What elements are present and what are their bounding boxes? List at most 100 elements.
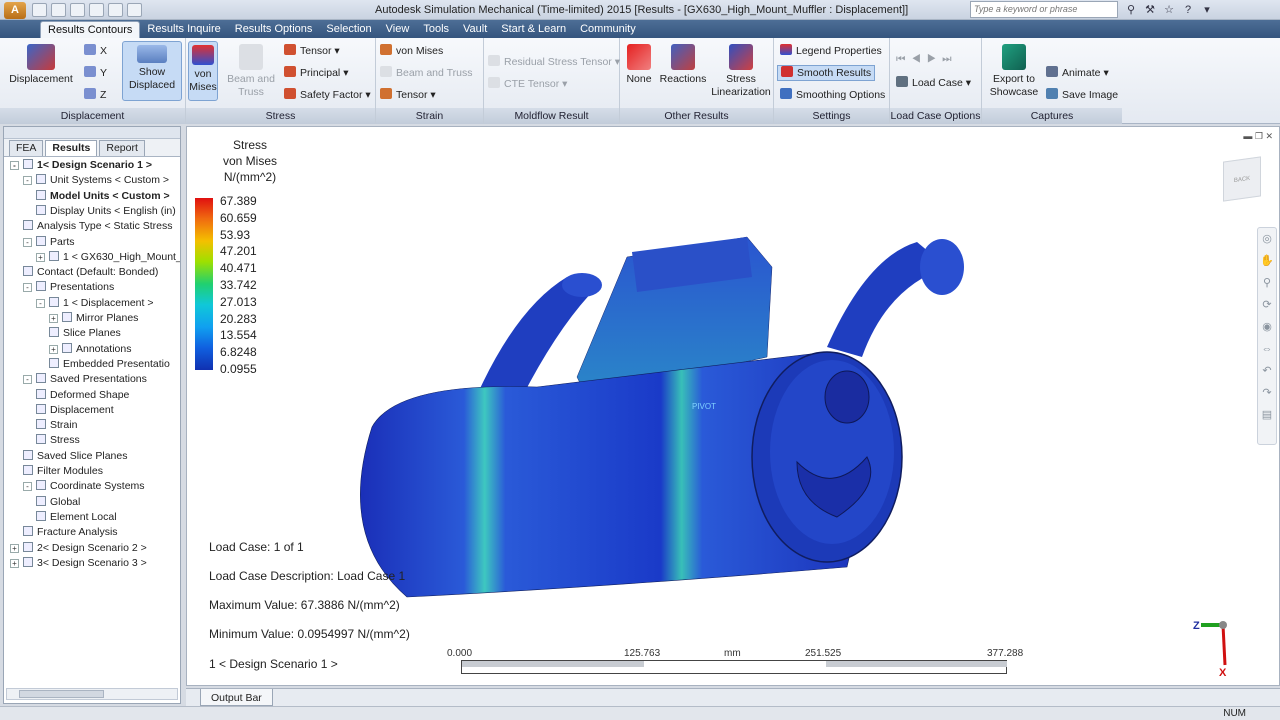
tree-node[interactable]: Embedded Presentatio bbox=[49, 357, 170, 372]
tree-node[interactable]: - 1< Design Scenario 1 > bbox=[10, 158, 152, 173]
smoothing-options-button[interactable]: Smoothing Options bbox=[780, 88, 885, 102]
tree-node[interactable]: Display Units < English (in) bbox=[36, 204, 176, 219]
stress-von-mises-button[interactable]: von Mises bbox=[188, 41, 218, 101]
tab-view[interactable]: View bbox=[379, 21, 417, 38]
tree-node[interactable]: - 1 < Displacement > bbox=[36, 296, 153, 311]
tree-expander-icon[interactable]: - bbox=[23, 482, 32, 492]
captures-panel-label[interactable]: Captures bbox=[982, 108, 1122, 124]
tree-expander-icon[interactable]: + bbox=[10, 558, 19, 568]
cte-tensor-button[interactable]: CTE Tensor ▾ bbox=[488, 77, 567, 91]
show-displaced-button[interactable]: Show Displaced bbox=[122, 41, 182, 101]
legend-properties-button[interactable]: Legend Properties bbox=[780, 44, 882, 58]
tree-expander-icon[interactable]: - bbox=[36, 298, 45, 308]
redo-icon[interactable] bbox=[127, 3, 142, 17]
new-file-icon[interactable] bbox=[32, 3, 47, 17]
tree-node[interactable]: Stress bbox=[36, 433, 80, 448]
star-icon[interactable]: ☆ bbox=[1162, 3, 1176, 17]
view-cube[interactable]: BACK bbox=[1223, 156, 1261, 202]
residual-stress-tensor-button[interactable]: Residual Stress Tensor ▾ bbox=[488, 55, 620, 69]
tree-node[interactable]: Contact (Default: Bonded) bbox=[23, 265, 158, 280]
displacement-z-button[interactable]: Z bbox=[84, 88, 106, 102]
save-image-button[interactable]: Save Image bbox=[1046, 88, 1118, 102]
tree-expander-icon[interactable]: - bbox=[23, 237, 32, 247]
tree-node[interactable]: - Coordinate Systems bbox=[23, 479, 145, 494]
tree-node[interactable]: - Unit Systems < Custom > bbox=[23, 173, 169, 188]
tab-results-inquire[interactable]: Results Inquire bbox=[140, 21, 227, 38]
tree-expander-icon[interactable]: + bbox=[36, 252, 45, 262]
stress-tensor-button[interactable]: Tensor ▾ bbox=[284, 44, 340, 58]
tree-node[interactable]: Saved Slice Planes bbox=[23, 449, 127, 464]
binoculars-icon[interactable]: ⚲ bbox=[1124, 3, 1138, 17]
tab-tools[interactable]: Tools bbox=[416, 21, 456, 38]
undo-icon[interactable] bbox=[108, 3, 123, 17]
tree-node[interactable]: - Presentations bbox=[23, 280, 114, 295]
tree-node[interactable]: - Parts bbox=[23, 235, 75, 250]
tree-expander-icon[interactable]: + bbox=[10, 543, 19, 553]
pan-icon[interactable]: ✋ bbox=[1258, 250, 1276, 272]
animate-button[interactable]: Animate ▾ bbox=[1046, 66, 1109, 80]
stress-beam-truss-button[interactable]: Beam and Truss bbox=[226, 44, 276, 99]
tree-node[interactable]: Filter Modules bbox=[23, 464, 103, 479]
orbit-icon[interactable]: ⟳ bbox=[1258, 294, 1276, 316]
app-logo-icon[interactable]: A bbox=[4, 2, 26, 19]
tree-expander-icon[interactable]: + bbox=[49, 314, 58, 323]
strain-panel-label[interactable]: Strain bbox=[376, 108, 483, 124]
displacement-x-button[interactable]: X bbox=[84, 44, 107, 58]
tree-node[interactable]: - Saved Presentations bbox=[23, 372, 147, 387]
stress-panel-label[interactable]: Stress bbox=[186, 108, 375, 124]
tree-node[interactable]: Element Local bbox=[36, 510, 117, 525]
strain-von-mises-button[interactable]: von Mises bbox=[380, 44, 443, 58]
tree-node[interactable]: Displacement bbox=[36, 403, 114, 418]
smooth-results-button[interactable]: Smooth Results bbox=[777, 65, 876, 81]
tree-node[interactable]: Global bbox=[36, 495, 80, 510]
tree-expander-icon[interactable]: - bbox=[23, 375, 32, 385]
tree-node[interactable]: Strain bbox=[36, 418, 77, 433]
print-icon[interactable] bbox=[89, 3, 104, 17]
tab-results-contours[interactable]: Results Contours bbox=[40, 21, 141, 38]
scrollbar-thumb[interactable] bbox=[19, 690, 104, 698]
tab-community[interactable]: Community bbox=[573, 21, 643, 38]
output-bar-tab[interactable]: Output Bar bbox=[200, 689, 273, 706]
displacement-button[interactable]: Displacement bbox=[8, 44, 74, 86]
tools-icon[interactable]: ⚒ bbox=[1143, 3, 1157, 17]
tree-node[interactable]: + Mirror Planes bbox=[49, 311, 138, 326]
load-case-nav-buttons[interactable]: ⏮◀▶⏭ bbox=[896, 52, 958, 66]
stress-principal-button[interactable]: Principal ▾ bbox=[284, 66, 348, 80]
more-icon[interactable]: ▤ bbox=[1258, 404, 1276, 426]
export-to-showcase-button[interactable]: Export to Showcase bbox=[986, 44, 1042, 99]
none-button[interactable]: None bbox=[622, 44, 656, 86]
displacement-panel-label[interactable]: Displacement bbox=[0, 108, 185, 124]
stress-linearization-button[interactable]: Stress Linearization bbox=[710, 44, 772, 99]
help-icon[interactable]: ? bbox=[1181, 3, 1195, 17]
tree-node[interactable]: +3< Design Scenario 3 > bbox=[10, 556, 147, 571]
tab-start-learn[interactable]: Start & Learn bbox=[494, 21, 573, 38]
tab-results[interactable]: Results bbox=[45, 140, 98, 156]
previous-view-icon[interactable]: ↶ bbox=[1258, 360, 1276, 382]
safety-factor-button[interactable]: Safety Factor ▾ bbox=[284, 88, 371, 102]
help-search-input[interactable]: Type a keyword or phrase bbox=[970, 1, 1118, 18]
strain-beam-truss-button[interactable]: Beam and Truss bbox=[380, 66, 472, 80]
zoom-icon[interactable]: ⚲ bbox=[1258, 272, 1276, 294]
save-icon[interactable] bbox=[70, 3, 85, 17]
steering-wheel-icon[interactable]: ◎ bbox=[1258, 228, 1276, 250]
tree-expander-icon[interactable]: - bbox=[23, 176, 32, 186]
browser-horizontal-scrollbar[interactable] bbox=[6, 688, 178, 700]
tab-selection[interactable]: Selection bbox=[319, 21, 378, 38]
reactions-button[interactable]: Reactions bbox=[658, 44, 708, 86]
tree-node[interactable]: +1 < GX630_High_Mount_M bbox=[36, 250, 180, 265]
tree-expander-icon[interactable]: - bbox=[23, 283, 32, 293]
load-case-button[interactable]: Load Case ▾ bbox=[896, 76, 971, 90]
displacement-y-button[interactable]: Y bbox=[84, 66, 107, 80]
open-file-icon[interactable] bbox=[51, 3, 66, 17]
tree-expander-icon[interactable]: + bbox=[49, 344, 58, 354]
tree-node[interactable]: Fracture Analysis bbox=[23, 525, 118, 540]
next-view-icon[interactable]: ↷ bbox=[1258, 382, 1276, 404]
chevron-down-icon[interactable]: ▾ bbox=[1200, 3, 1214, 17]
tree-node[interactable]: +2< Design Scenario 2 > bbox=[10, 541, 147, 556]
tree-node[interactable]: Slice Planes bbox=[49, 326, 121, 341]
zoom-extents-icon[interactable]: ⇔ bbox=[1258, 338, 1276, 360]
tree-node[interactable]: Model Units < Custom > bbox=[36, 189, 170, 204]
tab-results-options[interactable]: Results Options bbox=[228, 21, 320, 38]
tab-fea[interactable]: FEA bbox=[9, 140, 44, 156]
strain-tensor-button[interactable]: Tensor ▾ bbox=[380, 88, 436, 102]
